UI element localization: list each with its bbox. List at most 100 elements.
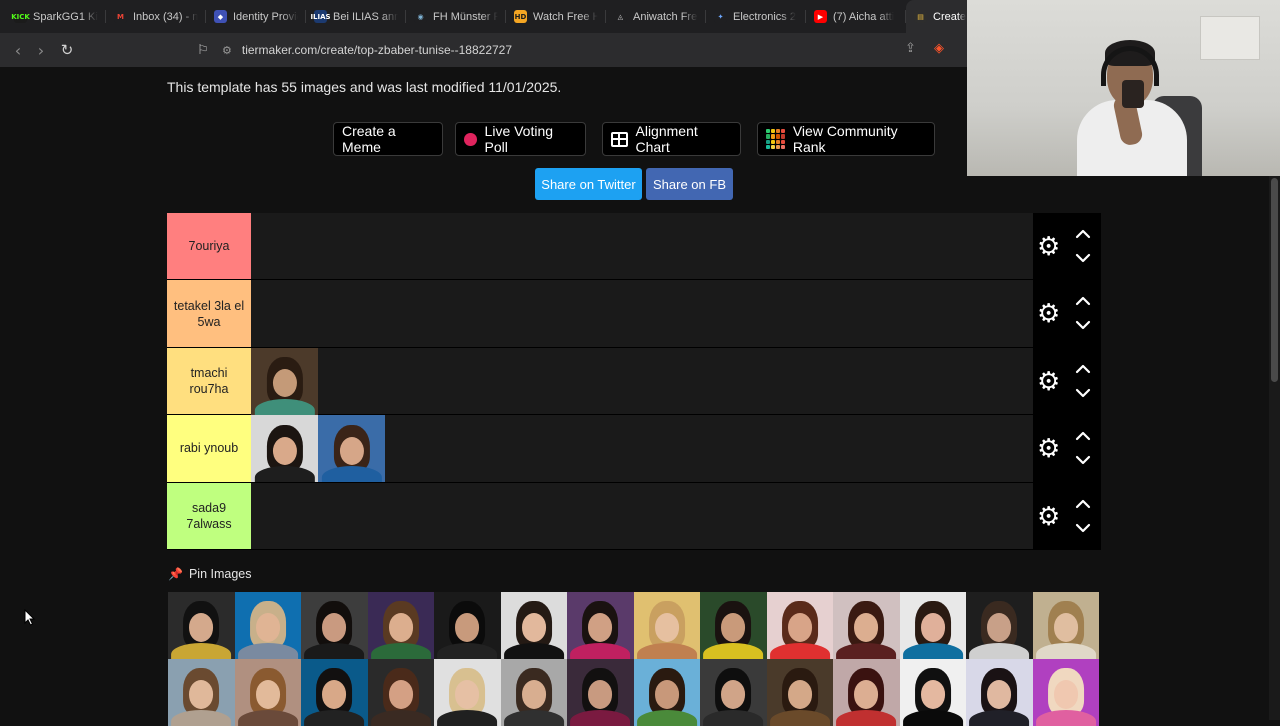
pool-image[interactable]: [1032, 592, 1099, 659]
browser-tab[interactable]: ✦ Electronics 2: [706, 0, 806, 33]
tier-item-image[interactable]: [251, 347, 318, 415]
tier-move-down-icon[interactable]: [1075, 318, 1091, 332]
portrait-body: [370, 642, 431, 659]
tier-row: 7ouriya ⚙: [167, 213, 1101, 281]
pool-image[interactable]: [766, 592, 833, 659]
pool-image[interactable]: [367, 659, 434, 726]
site-info-icon[interactable]: ⚙: [222, 44, 232, 57]
portrait-face: [654, 613, 679, 642]
browser-tab[interactable]: ILIASBei ILIAS anmelden: [306, 0, 406, 33]
pool-image[interactable]: [567, 592, 634, 659]
pool-image[interactable]: [833, 659, 900, 726]
pool-image[interactable]: [500, 659, 567, 726]
tier-drop-zone[interactable]: [251, 415, 1033, 483]
pool-image[interactable]: [301, 659, 368, 726]
pool-image[interactable]: [434, 659, 501, 726]
tier-move-down-icon[interactable]: [1075, 453, 1091, 467]
tier-drop-zone[interactable]: [251, 347, 1033, 415]
pool-image[interactable]: [700, 659, 767, 726]
pool-image[interactable]: [234, 592, 301, 659]
brave-shield-icon[interactable]: ◈: [934, 41, 944, 56]
tier-settings-gear-icon[interactable]: ⚙: [1037, 504, 1060, 530]
pool-image[interactable]: [168, 592, 235, 659]
browser-tab[interactable]: ▶ (7) Aicha atti: [806, 0, 906, 33]
tier-settings-gear-icon[interactable]: ⚙: [1037, 301, 1060, 327]
portrait-face: [721, 613, 746, 642]
pool-image[interactable]: [766, 659, 833, 726]
pool-image[interactable]: [367, 592, 434, 659]
browser-tab[interactable]: ◉ FH Münster R: [406, 0, 506, 33]
share-twitter-button[interactable]: Share on Twitter: [535, 168, 642, 200]
pool-image[interactable]: [899, 659, 966, 726]
back-icon[interactable]: ‹: [8, 40, 28, 60]
alignment-chart-button[interactable]: Alignment Chart: [602, 122, 741, 156]
tier-label[interactable]: sada9 7alwass: [167, 482, 251, 549]
browser-tab[interactable]: HD Watch Free H: [506, 0, 606, 33]
tier-move-up-icon[interactable]: [1075, 227, 1091, 241]
tier-controls: ⚙: [1033, 482, 1101, 549]
tier-move-up-icon[interactable]: [1075, 362, 1091, 376]
share-facebook-label: Share on FB: [653, 176, 726, 192]
pin-images-toggle[interactable]: 📌 Pin Images: [168, 567, 251, 581]
tier-label[interactable]: rabi ynoub: [167, 415, 251, 482]
share-page-icon[interactable]: ⇪: [905, 41, 916, 56]
tab-label: Aniwatch Free: [633, 10, 698, 23]
scrollbar-thumb[interactable]: [1271, 178, 1278, 382]
tier-move-up-icon[interactable]: [1075, 497, 1091, 511]
browser-tab[interactable]: KICKSparkGG1 Kick: [6, 0, 106, 33]
pool-image[interactable]: [301, 592, 368, 659]
pool-image[interactable]: [633, 659, 700, 726]
tier-settings-gear-icon[interactable]: ⚙: [1037, 369, 1060, 395]
pool-image[interactable]: [700, 592, 767, 659]
portrait-body: [636, 709, 697, 726]
forward-icon[interactable]: ›: [31, 40, 51, 60]
browser-tab[interactable]: M Inbox (34) - n: [106, 0, 206, 33]
tier-item-image[interactable]: [251, 415, 318, 483]
address-bar[interactable]: ⚙ tiermaker.com/create/top-zbaber-tunise…: [222, 39, 962, 61]
pool-image[interactable]: [567, 659, 634, 726]
webcam-background-shelf: [1200, 16, 1260, 60]
browser-tab[interactable]: ◆ Identity Provider: [206, 0, 306, 33]
pool-image[interactable]: [966, 592, 1033, 659]
tier-move-up-icon[interactable]: [1075, 294, 1091, 308]
bookmark-icon[interactable]: ⚐: [193, 40, 213, 60]
pool-image[interactable]: [500, 592, 567, 659]
share-facebook-button[interactable]: Share on FB: [646, 168, 733, 200]
tier-item-image[interactable]: [318, 415, 385, 483]
browser-tab[interactable]: ◬ Aniwatch Free: [606, 0, 706, 33]
tier-drop-zone[interactable]: [251, 213, 1033, 280]
tier-label[interactable]: tmachi rou7ha: [167, 347, 251, 415]
tier-move-down-icon[interactable]: [1075, 386, 1091, 400]
pool-image[interactable]: [833, 592, 900, 659]
reload-icon[interactable]: ↻: [57, 40, 77, 60]
pool-image[interactable]: [633, 592, 700, 659]
pool-image[interactable]: [434, 592, 501, 659]
tier-settings-gear-icon[interactable]: ⚙: [1037, 234, 1060, 260]
portrait-face: [588, 680, 613, 709]
tab-favicon-icon: M: [114, 10, 127, 23]
tier-drop-zone[interactable]: [251, 482, 1033, 549]
tier-move-down-icon[interactable]: [1075, 251, 1091, 265]
tier-label[interactable]: tetakel 3la el 5wa: [167, 280, 251, 347]
pool-image[interactable]: [168, 659, 235, 726]
tier-label[interactable]: 7ouriya: [167, 213, 251, 280]
tier-drop-zone[interactable]: [251, 280, 1033, 347]
tier-move-up-icon[interactable]: [1075, 429, 1091, 443]
portrait-face: [189, 680, 214, 709]
community-rank-button[interactable]: View Community Rank: [757, 122, 935, 156]
page-scrollbar[interactable]: [1269, 176, 1280, 720]
tier-settings-gear-icon[interactable]: ⚙: [1037, 436, 1060, 462]
portrait-face: [987, 613, 1012, 642]
portrait-body: [321, 466, 382, 483]
create-meme-button[interactable]: Create a Meme: [333, 122, 443, 156]
tier-controls: ⚙: [1033, 213, 1101, 280]
pool-image[interactable]: [966, 659, 1033, 726]
portrait-face: [1053, 680, 1078, 709]
tier-move-down-icon[interactable]: [1075, 521, 1091, 535]
live-voting-button[interactable]: Live Voting Poll: [455, 122, 586, 156]
create-meme-label: Create a Meme: [342, 123, 396, 155]
pool-image[interactable]: [1032, 659, 1099, 726]
pool-image[interactable]: [899, 592, 966, 659]
portrait-body: [570, 709, 631, 726]
pool-image[interactable]: [234, 659, 301, 726]
